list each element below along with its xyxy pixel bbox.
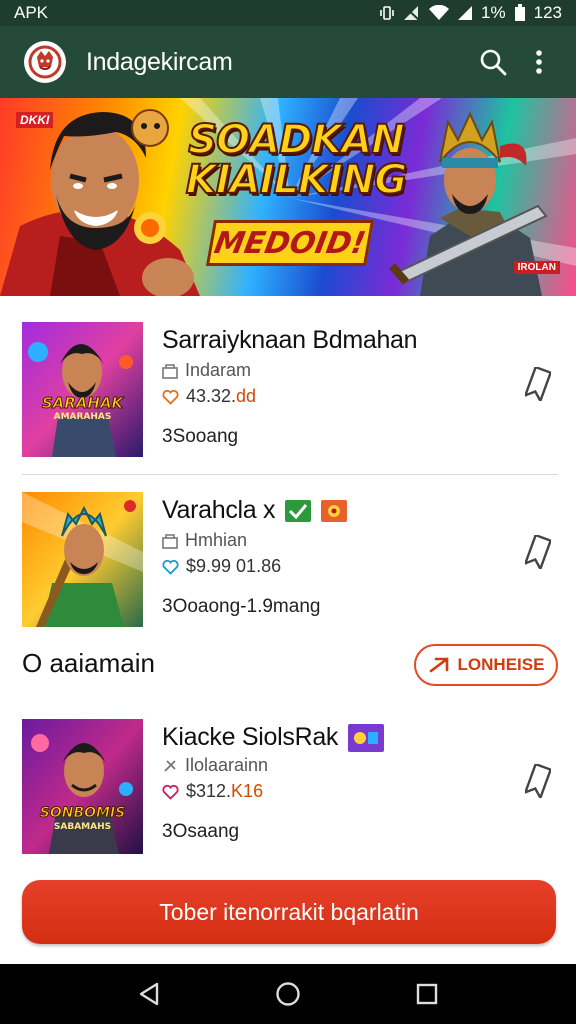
search-button[interactable] (470, 39, 516, 85)
thumbnail-text: SARAHAK (41, 394, 124, 413)
price-row: 43.32.dd (162, 386, 256, 407)
vibrate-icon (380, 6, 394, 20)
list-item[interactable]: SARAHAK AMARAHAS Sarraiyknaan Bdmahan In… (22, 322, 558, 457)
section-title: O aaiamain (22, 648, 155, 678)
more-vert-icon (536, 50, 542, 74)
more-options-button[interactable] (516, 39, 562, 85)
app-bar: Indagekircam (0, 26, 576, 98)
thumbnail-subtext: AMARAHAS (53, 412, 112, 422)
heart-icon (162, 559, 179, 575)
banner-subtitle: MEDOID! (205, 220, 375, 266)
developer-row: Hmhian (162, 530, 247, 551)
list-item[interactable]: Varahcla x Hmhian $9.99 01.86 3Ooaong-1.… (22, 492, 558, 627)
status-bar: APK 1% 123 (0, 0, 576, 26)
no-signal-icon (404, 6, 420, 21)
thumbnail-text: SONBOMIS (39, 805, 126, 822)
item-title: Sarraiyknaan Bdmahan (162, 326, 418, 354)
app-title: Indagekircam (86, 47, 233, 76)
banner-badge: IROLAN (513, 261, 560, 274)
game-thumbnail: SARAHAK AMARAHAS (22, 322, 143, 457)
wifi-icon (429, 5, 450, 20)
recents-icon (416, 983, 437, 1005)
developer-icon (164, 759, 176, 772)
item-extra: 3Ooaong-1.9mang (162, 596, 321, 617)
primary-cta-button[interactable]: Tober itenorrakit bqarlatin (22, 880, 556, 944)
back-icon (140, 982, 159, 1006)
price-row: $312.K16 (162, 781, 263, 802)
item-title-text: Kiacke SiolsRak (162, 723, 339, 751)
system-nav-bar (0, 964, 576, 1024)
game-icon (348, 723, 385, 752)
bookmark-button[interactable] (522, 364, 554, 404)
heart-icon (162, 389, 179, 405)
game-icon (321, 499, 348, 522)
price-highlight: dd (236, 386, 257, 406)
bookmark-button[interactable] (522, 532, 554, 572)
banner-title-line2: KIAILKING (185, 157, 408, 203)
developer-icon (162, 363, 178, 379)
list-item[interactable]: SONBOMIS SABAMAHS Kiacke SiolsRak Ilolaa… (22, 719, 558, 854)
item-title-text: Varahcla x (162, 496, 276, 524)
promo-banner[interactable]: DKKI SOADKAN KIAILKING MEDOID! IROLAN (0, 98, 576, 296)
divider (22, 474, 558, 475)
price-row: $9.99 01.86 (162, 556, 281, 577)
price-text: $312.K16 (186, 781, 263, 802)
game-thumbnail: SONBOMIS SABAMAHS (22, 719, 143, 854)
developer-row: Ilolaarainn (162, 755, 268, 776)
app-logo-icon[interactable] (24, 41, 66, 83)
bookmark-icon (525, 367, 551, 401)
status-icons: 1% 123 (379, 3, 562, 23)
thumbnail-subtext: SABAMAHS (53, 822, 112, 832)
battery-icon (514, 4, 525, 21)
developer-row: Indaram (162, 360, 251, 381)
price-value: 43.32. (186, 386, 237, 406)
home-icon (276, 982, 300, 1006)
arrow-icon (429, 657, 448, 673)
nav-back-button[interactable] (119, 964, 179, 1024)
price-highlight: K16 (231, 781, 264, 801)
price-text: $9.99 01.86 (186, 556, 282, 576)
nav-home-button[interactable] (258, 964, 318, 1024)
bookmark-button[interactable] (522, 761, 554, 801)
section-header: O aaiamain LONHEISE (22, 644, 558, 686)
game-thumbnail (22, 492, 143, 627)
clock: 123 (533, 3, 562, 22)
item-extra: 3Sooang (162, 426, 239, 447)
item-extra: 3Osaang (162, 821, 240, 842)
developer-name: Hmhian (185, 530, 248, 550)
search-icon (480, 49, 507, 76)
banner-title-line1: SOADKAN (187, 117, 405, 163)
bookmark-icon (525, 764, 551, 798)
carrier-label: APK (14, 3, 49, 22)
price-value: $312. (186, 781, 232, 801)
banner-tag: DKKI (16, 112, 54, 128)
price-text: 43.32.dd (186, 386, 256, 407)
banner-title: SOADKAN KIAILKING (176, 117, 416, 203)
developer-name: Indaram (185, 360, 252, 380)
item-title: Varahcla x (162, 496, 348, 525)
signal-icon (458, 6, 473, 20)
badge-icon (285, 499, 312, 522)
developer-icon (162, 533, 178, 549)
bookmark-icon (525, 535, 551, 569)
game-list: SARAHAK AMARAHAS Sarraiyknaan Bdmahan In… (0, 296, 576, 964)
heart-icon (162, 784, 179, 800)
battery-percent: 1% (481, 3, 506, 22)
developer-name: Ilolaarainn (185, 755, 269, 775)
section-action-label: LONHEISE (457, 655, 545, 674)
section-action-button[interactable]: LONHEISE (414, 644, 558, 686)
item-title: Kiacke SiolsRak (162, 723, 385, 752)
nav-recents-button[interactable] (397, 964, 457, 1024)
